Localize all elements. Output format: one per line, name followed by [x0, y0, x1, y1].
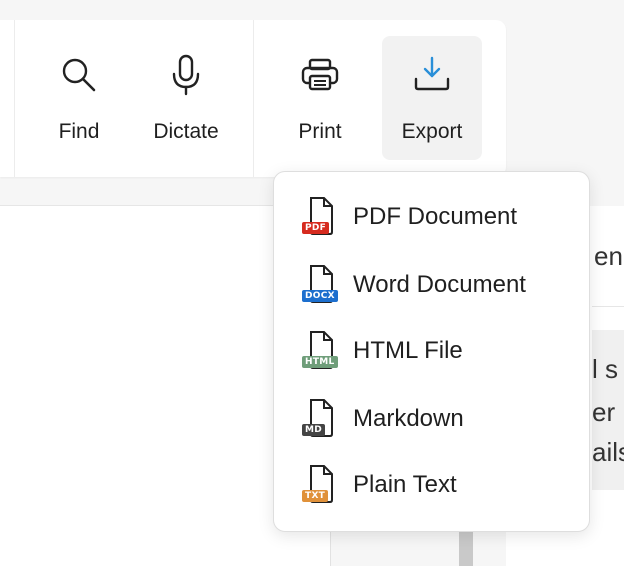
peek-text: ails — [592, 437, 624, 467]
download-icon — [412, 54, 452, 96]
html-file-icon: HTML — [302, 330, 342, 372]
menu-item-label: Plain Text — [353, 471, 457, 498]
txt-file-icon: TXT — [302, 464, 342, 506]
search-icon — [59, 54, 99, 96]
export-label: Export — [401, 120, 463, 143]
peek-text: l s — [592, 354, 618, 384]
peek-text: en — [594, 241, 623, 271]
export-button[interactable]: Export — [382, 36, 482, 160]
pdf-file-icon: PDF — [302, 196, 342, 238]
file-type-badge: MD — [302, 424, 326, 436]
export-menu: PDF PDF Document DOCX Word Document HTML… — [273, 171, 590, 532]
toolbar: Find Dictate Print Export — [0, 20, 506, 177]
docx-file-icon: DOCX — [302, 264, 342, 306]
find-label: Find — [58, 120, 100, 143]
menu-item-label: Markdown — [353, 405, 464, 432]
print-button[interactable]: Print — [285, 36, 355, 160]
dictate-label: Dictate — [153, 120, 219, 143]
export-html-item[interactable]: HTML HTML File — [274, 325, 589, 381]
print-label: Print — [298, 120, 342, 143]
toolbar-divider — [14, 20, 15, 177]
menu-item-label: HTML File — [353, 337, 463, 364]
dictate-button[interactable]: Dictate — [142, 36, 230, 160]
markdown-file-icon: MD — [302, 398, 342, 440]
peek-text: er — [592, 397, 616, 427]
file-type-badge: PDF — [302, 222, 330, 234]
file-type-badge: DOCX — [302, 290, 338, 302]
export-pdf-item[interactable]: PDF PDF Document — [274, 191, 589, 247]
menu-item-label: PDF Document — [353, 203, 518, 230]
export-word-item[interactable]: DOCX Word Document — [274, 259, 589, 315]
file-type-badge: HTML — [302, 356, 338, 368]
toolbar-divider — [253, 20, 254, 177]
find-button[interactable]: Find — [44, 36, 114, 160]
export-plaintext-item[interactable]: TXT Plain Text — [274, 459, 589, 515]
divider — [0, 205, 280, 206]
divider — [592, 306, 624, 307]
export-markdown-item[interactable]: MD Markdown — [274, 393, 589, 449]
microphone-icon — [170, 54, 202, 96]
file-type-badge: TXT — [302, 490, 329, 502]
menu-item-label: Word Document — [353, 271, 526, 298]
printer-icon — [300, 54, 340, 96]
